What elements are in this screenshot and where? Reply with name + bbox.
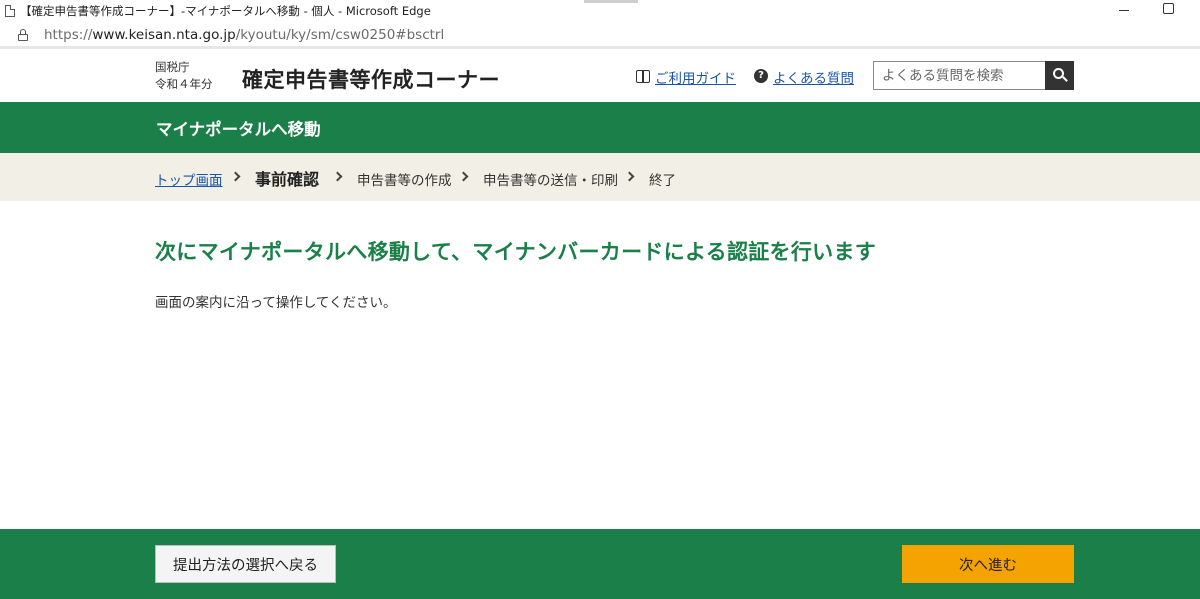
instruction-text: 画面の案内に沿って操作してください。 [155, 295, 397, 311]
window-title-bar: 【確定申告書等作成コーナー】-マイナポータルへ移動 - 個人 - Microso… [0, 0, 1200, 22]
url-path: /kyoutu/ky/sm/csw0250#bsctrl [235, 27, 445, 43]
step-create: 申告書等の作成 [357, 173, 452, 189]
next-button[interactable]: 次へ進む [902, 545, 1074, 583]
question-circle-icon: ? [754, 69, 768, 83]
maximize-icon[interactable] [1163, 3, 1174, 14]
chevron-right-icon [332, 171, 343, 182]
site-title: 確定申告書等作成コーナー [242, 68, 500, 92]
page-icon [5, 5, 15, 17]
url-host: www.keisan.nta.go.jp [92, 27, 236, 43]
window-title: 【確定申告書等作成コーナー】-マイナポータルへ移動 - 個人 - Microso… [20, 4, 431, 18]
url-text[interactable]: https://www.keisan.nta.go.jp/kyoutu/ky/s… [44, 27, 444, 43]
main-heading: 次にマイナポータルへ移動して、マイナンバーカードによる認証を行います [155, 240, 877, 264]
guide-link[interactable]: ご利用ガイド [655, 67, 736, 87]
search-button[interactable] [1045, 61, 1074, 90]
step-end: 終了 [649, 173, 676, 189]
faq-search-input[interactable] [873, 61, 1045, 90]
tab-indicator [584, 0, 638, 3]
step-send-print: 申告書等の送信・印刷 [483, 173, 618, 189]
url-scheme: https:// [44, 27, 93, 43]
footer-action-bar: 提出方法の選択へ戻る 次へ進む [0, 529, 1200, 599]
book-icon [636, 70, 650, 83]
chevron-right-icon [458, 171, 469, 182]
faq-link[interactable]: よくある質問 [773, 67, 854, 87]
lock-icon[interactable] [18, 29, 28, 41]
banner-title: マイナポータルへ移動 [156, 120, 321, 139]
tax-year: 令和４年分 [155, 77, 213, 91]
step-top-link[interactable]: トップ画面 [155, 169, 223, 189]
address-bar[interactable]: https://www.keisan.nta.go.jp/kyoutu/ky/s… [0, 22, 1200, 49]
page-banner: マイナポータルへ移動 [0, 102, 1200, 153]
minimize-icon[interactable] [1116, 2, 1132, 18]
agency-name: 国税庁 [155, 60, 190, 74]
back-button[interactable]: 提出方法の選択へ戻る [155, 545, 336, 583]
site-header: 国税庁 令和４年分 確定申告書等作成コーナー ご利用ガイド ? よくある質問 [0, 52, 1200, 102]
chevron-right-icon [624, 171, 635, 182]
agency-block: 国税庁 令和４年分 [155, 59, 213, 93]
progress-steps: トップ画面 事前確認 申告書等の作成 申告書等の送信・印刷 終了 [0, 153, 1200, 201]
chevron-right-icon [230, 171, 241, 182]
step-current: 事前確認 [255, 170, 320, 189]
